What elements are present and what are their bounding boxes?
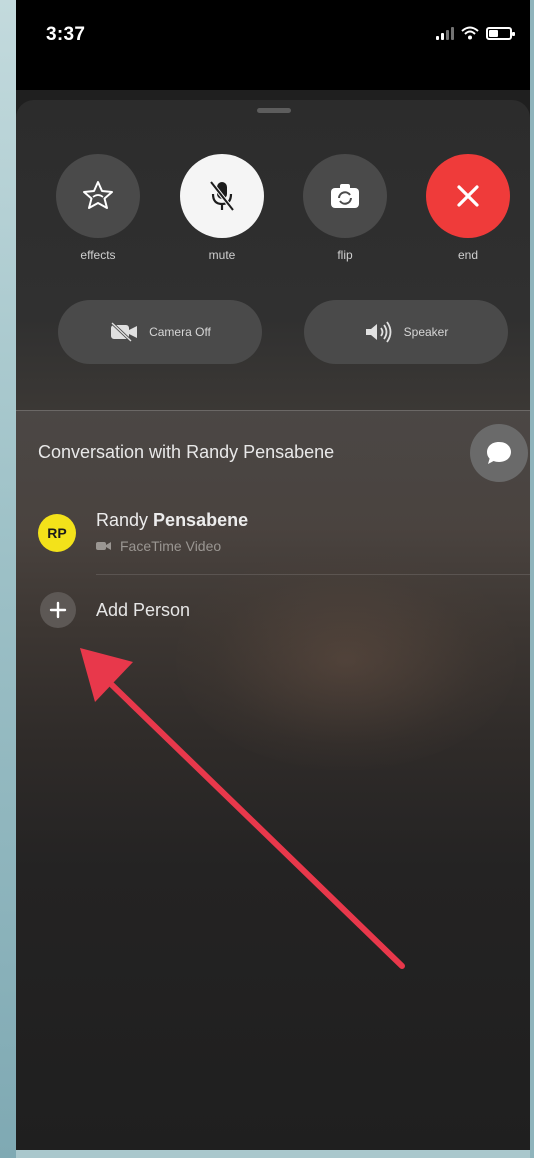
end-call-button[interactable]	[426, 154, 510, 238]
mute-label: mute	[208, 248, 236, 262]
camera-off-label: Camera Off	[149, 325, 211, 339]
speaker-label: Speaker	[403, 325, 449, 339]
mute-button[interactable]	[180, 154, 264, 238]
message-bubble-icon	[487, 442, 511, 464]
sheet-grabber[interactable]	[257, 108, 291, 113]
end-control[interactable]: end	[426, 154, 510, 262]
messages-button[interactable]	[470, 424, 528, 482]
add-person-label: Add Person	[96, 600, 191, 620]
status-icons	[436, 26, 515, 40]
mic-muted-icon	[209, 180, 235, 212]
end-label: end	[457, 248, 479, 262]
facetime-screen: 3:37 effects mute flip end Camera Off Sp…	[16, 0, 530, 1150]
plus-icon	[49, 601, 67, 619]
call-controls-panel: effects mute flip end Camera Off Speaker	[16, 100, 530, 410]
camera-flip-icon	[331, 184, 359, 208]
effects-label: effects	[80, 248, 116, 262]
participant-last-name: Pensabene	[153, 510, 249, 530]
close-icon	[457, 185, 479, 207]
participant-subtitle: FaceTime Video	[120, 538, 222, 554]
battery-icon	[486, 26, 515, 40]
participant-row[interactable]: RP Randy Pensabene FaceTime Video	[16, 494, 530, 570]
video-off-icon	[111, 322, 138, 342]
participant-name: Randy Pensabene	[96, 510, 248, 531]
wifi-icon	[461, 26, 479, 40]
mute-control[interactable]: mute	[180, 154, 264, 262]
screenshot-border-left	[0, 0, 16, 1158]
video-camera-icon	[96, 542, 111, 550]
conversation-title: Conversation with Randy Pensabene	[38, 442, 335, 462]
add-person-row[interactable]: Add Person	[16, 580, 530, 646]
conversation-section: Conversation with Randy Pensabene RP Ran…	[16, 410, 530, 1150]
speaker-icon	[365, 321, 392, 343]
screenshot-border-right	[530, 0, 534, 1158]
camera-off-button[interactable]: Camera Off	[58, 300, 262, 364]
flip-button[interactable]	[303, 154, 387, 238]
status-bar: 3:37	[16, 0, 530, 90]
cellular-signal-icon	[436, 26, 454, 40]
effects-button[interactable]	[56, 154, 140, 238]
participant-first-name: Randy	[96, 510, 149, 530]
flip-label: flip	[337, 248, 353, 262]
flip-control[interactable]: flip	[303, 154, 387, 262]
avatar: RP	[38, 514, 76, 552]
row-divider	[96, 574, 530, 575]
speaker-button[interactable]: Speaker	[304, 300, 508, 364]
participant-status: FaceTime Video	[96, 538, 221, 554]
status-time: 3:37	[46, 24, 86, 45]
divider	[16, 410, 530, 411]
effects-control[interactable]: effects	[56, 154, 140, 262]
effects-star-icon	[83, 181, 113, 209]
add-person-button[interactable]	[40, 592, 76, 628]
